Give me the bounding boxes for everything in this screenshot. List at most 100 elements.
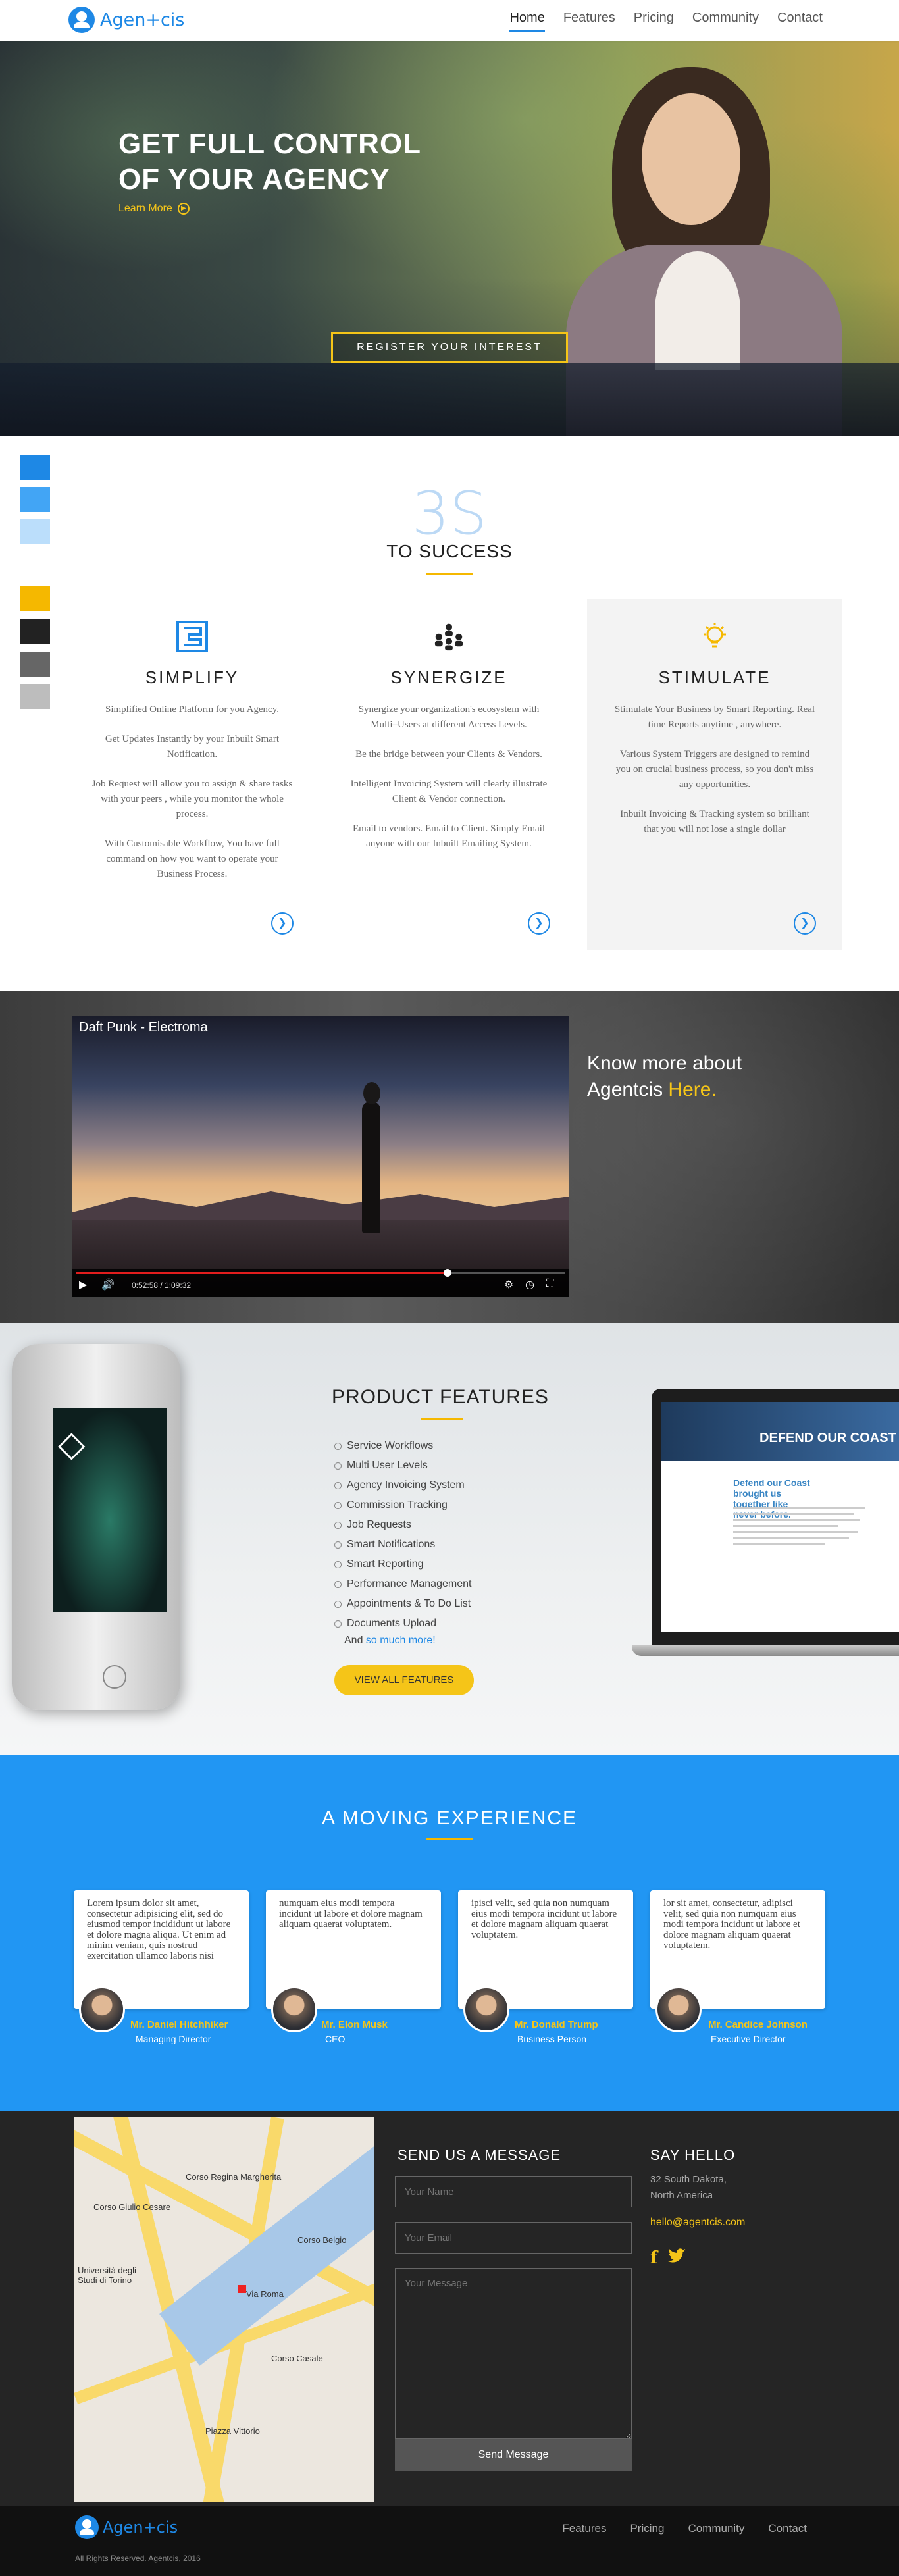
map-label: Corso Casale bbox=[271, 2354, 323, 2363]
map-label: Corso Giulio Cesare bbox=[93, 2202, 171, 2212]
simplify-title: SIMPLIFY bbox=[145, 667, 240, 687]
footer-logo[interactable]: Agen+cis bbox=[75, 2515, 178, 2539]
laptop-headline: DEFEND OUR COAST bbox=[759, 1431, 896, 1445]
people-network-icon bbox=[431, 619, 467, 654]
moving-experience-title: A MOVING EXPERIENCE bbox=[321, 1807, 578, 1829]
video-player[interactable]: Daft Punk - Electroma ▶ 🔊 0:52:58 / 1:09… bbox=[72, 1016, 569, 1297]
logo-text: Agen+cis bbox=[100, 9, 185, 30]
and-word: And bbox=[344, 1635, 363, 1646]
nav-contact[interactable]: Contact bbox=[777, 11, 823, 32]
stimulate-p2: Various System Triggers are designed to … bbox=[615, 749, 814, 790]
hero-banner: GET FULL CONTROL OF YOUR AGENCY Learn Mo… bbox=[0, 41, 899, 436]
hero-title: GET FULL CONTROL OF YOUR AGENCY bbox=[118, 128, 421, 195]
learn-more-link[interactable]: Learn More ▶ bbox=[118, 203, 190, 215]
nav-community[interactable]: Community bbox=[692, 11, 759, 32]
email-field[interactable] bbox=[395, 2222, 632, 2254]
footer-community[interactable]: Community bbox=[688, 2522, 744, 2535]
simplify-more-button[interactable]: ❯ bbox=[271, 912, 294, 935]
and-more-text: And so much more! bbox=[344, 1635, 436, 1647]
synergize-text: Synergize your organization's ecosystem … bbox=[347, 702, 550, 852]
simplify-p2: Get Updates Instantly by your Inbuilt Sm… bbox=[105, 734, 280, 760]
footer-pricing[interactable]: Pricing bbox=[630, 2522, 664, 2535]
moving-underline bbox=[426, 1838, 473, 1840]
nav-pricing[interactable]: Pricing bbox=[634, 11, 674, 32]
synergize-p3: Intelligent Invoicing System will clearl… bbox=[350, 779, 548, 804]
here-link[interactable]: Here. bbox=[668, 1079, 716, 1100]
so-much-more-link[interactable]: so much more! bbox=[366, 1635, 436, 1646]
product-features-section: ◇ PRODUCT FEATURES Service Workflows Mul… bbox=[0, 1323, 899, 1755]
color-swatch-black bbox=[20, 619, 50, 644]
laptop-site-header: DEFEND OUR COAST bbox=[661, 1402, 899, 1461]
address-line2: North America bbox=[650, 2190, 713, 2201]
feature-item: Commission Tracking bbox=[334, 1495, 471, 1515]
testimonial-text: lor sit amet, consectetur, adipisci veli… bbox=[663, 1898, 800, 1951]
synergize-p4: Email to vendors. Email to Client. Simpl… bbox=[352, 823, 546, 849]
synergize-more-button[interactable]: ❯ bbox=[528, 912, 550, 935]
nav-links: Home Features Pricing Community Contact bbox=[509, 11, 823, 32]
learn-more-label: Learn More bbox=[118, 203, 172, 214]
color-swatch-blue bbox=[20, 455, 50, 480]
name-field[interactable] bbox=[395, 2176, 632, 2207]
testimonial-role: CEO bbox=[325, 2034, 346, 2044]
iphone-mockup: ◇ bbox=[12, 1344, 180, 1710]
footer-features[interactable]: Features bbox=[562, 2522, 606, 2535]
simplify-p1: Simplified Online Platform for you Agenc… bbox=[105, 704, 279, 715]
logo-person-icon bbox=[68, 7, 95, 33]
video-progress-fill bbox=[76, 1272, 448, 1274]
video-section: Daft Punk - Electroma ▶ 🔊 0:52:58 / 1:09… bbox=[0, 991, 899, 1323]
testimonial-text: ipisci velit, sed quia non numquam eius … bbox=[471, 1898, 617, 1940]
map-label: Corso Belgio bbox=[297, 2235, 347, 2245]
footer-contact[interactable]: Contact bbox=[768, 2522, 807, 2535]
location-map[interactable]: Università degli Studi di Torino Corso R… bbox=[74, 2117, 374, 2502]
avatar bbox=[463, 1986, 509, 2032]
volume-icon[interactable]: 🔊 bbox=[101, 1278, 115, 1291]
stimulate-column: STIMULATE Stimulate Your Business by Sma… bbox=[587, 599, 842, 950]
twitter-icon[interactable] bbox=[667, 2248, 686, 2270]
fullscreen-icon[interactable]: ⛶ bbox=[546, 1278, 553, 1290]
testimonial-text: Lorem ipsum dolor sit amet, consectetur … bbox=[87, 1898, 231, 1961]
footer: Agen+cis Features Pricing Community Cont… bbox=[0, 2506, 899, 2576]
testimonial-role: Business Person bbox=[517, 2034, 587, 2044]
watch-later-icon[interactable]: ◷ bbox=[525, 1278, 534, 1291]
feature-item: Job Requests bbox=[334, 1515, 471, 1535]
map-label: Corso Regina Margherita bbox=[186, 2172, 282, 2182]
hero-woman-face bbox=[642, 93, 740, 225]
facebook-icon[interactable]: f bbox=[650, 2248, 657, 2270]
video-progress-bar[interactable] bbox=[76, 1269, 565, 1277]
logo[interactable]: Agen+cis bbox=[68, 7, 184, 33]
feature-item: Performance Management bbox=[334, 1574, 471, 1594]
settings-gear-icon[interactable]: ⚙ bbox=[504, 1278, 513, 1291]
play-icon[interactable]: ▶ bbox=[79, 1278, 87, 1291]
know-more-line1: Know more about bbox=[587, 1052, 742, 1074]
diamond-icon: ◇ bbox=[58, 1424, 86, 1464]
video-scrubber[interactable] bbox=[443, 1269, 451, 1277]
social-links: f bbox=[650, 2248, 686, 2270]
stimulate-text: Stimulate Your Business by Smart Reporti… bbox=[613, 702, 816, 837]
color-swatch-yellow bbox=[20, 586, 50, 611]
view-all-features-button[interactable]: VIEW ALL FEATURES bbox=[334, 1665, 474, 1695]
feature-item: Multi User Levels bbox=[334, 1456, 471, 1476]
know-more-text: Know more about Agentcis Here. bbox=[587, 1050, 742, 1103]
map-label: Università degli Studi di Torino bbox=[78, 2265, 136, 2285]
map-label: Via Roma bbox=[246, 2289, 284, 2299]
message-field[interactable] bbox=[395, 2268, 632, 2439]
synergize-title: SYNERGIZE bbox=[390, 667, 507, 687]
nav-features[interactable]: Features bbox=[563, 11, 615, 32]
chevron-right-icon: ❯ bbox=[534, 917, 544, 929]
feature-item: Service Workflows bbox=[334, 1436, 471, 1456]
top-navbar: Agen+cis Home Features Pricing Community… bbox=[0, 0, 899, 41]
testimonial-role: Executive Director bbox=[711, 2034, 786, 2044]
nav-home[interactable]: Home bbox=[509, 11, 545, 32]
stimulate-more-button[interactable]: ❯ bbox=[794, 912, 816, 935]
video-title: Daft Punk - Electroma bbox=[79, 1020, 208, 1035]
testimonial-role: Managing Director bbox=[136, 2034, 211, 2044]
address: 32 South Dakota, North America bbox=[650, 2172, 727, 2203]
agentcis-word: Agentcis bbox=[587, 1079, 663, 1100]
email-link[interactable]: hello@agentcis.com bbox=[650, 2217, 745, 2228]
send-message-button[interactable]: Send Message bbox=[395, 2439, 632, 2471]
video-time: 0:52:58 / 1:09:32 bbox=[132, 1281, 192, 1290]
laptop-screen: DEFEND OUR COAST Defend our Coast brough… bbox=[661, 1402, 899, 1632]
laptop-text-lines bbox=[733, 1507, 865, 1549]
features-underline bbox=[421, 1418, 463, 1420]
register-interest-button[interactable]: REGISTER YOUR INTEREST bbox=[331, 332, 568, 363]
